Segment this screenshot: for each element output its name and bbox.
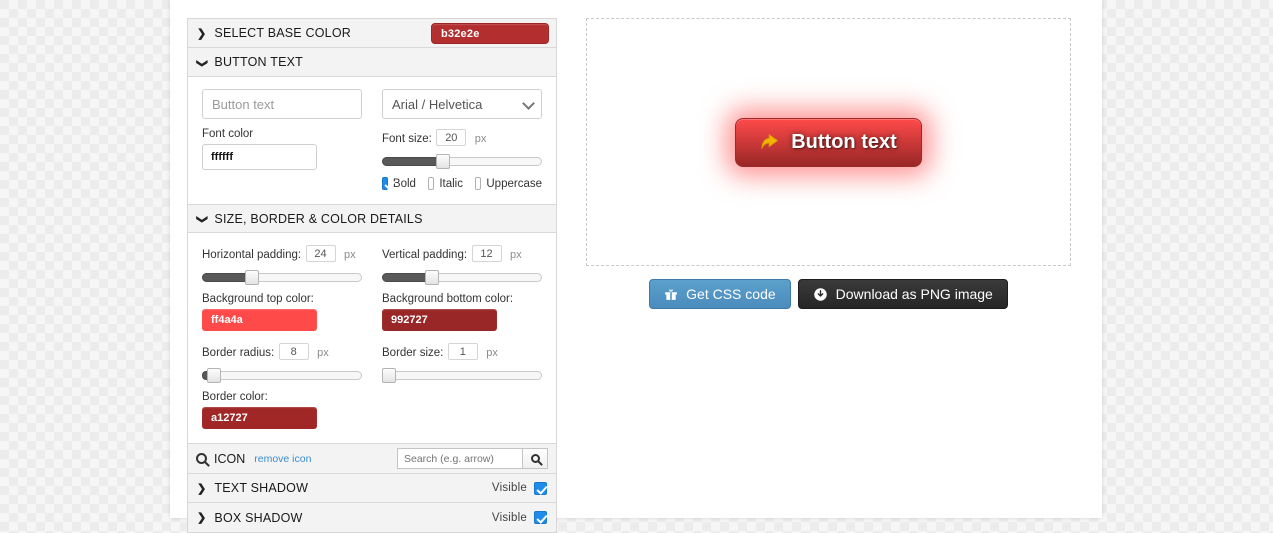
chevron-down-icon bbox=[197, 56, 206, 69]
slider-track bbox=[382, 371, 542, 380]
vertical-padding-label: Vertical padding: bbox=[382, 249, 468, 261]
box-shadow-visible-checkbox[interactable] bbox=[534, 511, 547, 524]
action-buttons: Get CSS code Download as PNG image bbox=[586, 279, 1071, 309]
uppercase-checkbox[interactable] bbox=[475, 177, 482, 190]
horizontal-padding-value[interactable]: 24 bbox=[305, 245, 336, 263]
section-title-size-border: SIZE, BORDER & COLOR DETAILS bbox=[214, 211, 423, 226]
slider-thumb[interactable] bbox=[245, 270, 260, 285]
font-size-unit: px bbox=[474, 133, 487, 145]
slider-fill bbox=[202, 273, 250, 282]
font-size-slider[interactable] bbox=[382, 154, 542, 169]
border-size-unit: px bbox=[486, 347, 498, 359]
section-title-box-shadow: BOX SHADOW bbox=[214, 510, 303, 525]
search-icon bbox=[530, 454, 540, 463]
share-arrow-icon bbox=[761, 134, 779, 149]
section-header-size-border[interactable]: SIZE, BORDER & COLOR DETAILS bbox=[188, 204, 556, 233]
border-color-swatch[interactable]: a12727 bbox=[202, 407, 317, 429]
vertical-padding-value[interactable]: 12 bbox=[471, 245, 502, 263]
section-title-base-color: SELECT BASE COLOR bbox=[214, 26, 351, 40]
horizontal-padding-label: Horizontal padding: bbox=[202, 249, 302, 261]
italic-checkbox[interactable] bbox=[428, 177, 435, 190]
get-css-code-button[interactable]: Get CSS code bbox=[649, 279, 791, 309]
background-bottom-color-swatch[interactable]: 992727 bbox=[382, 309, 497, 331]
section-header-icon[interactable]: ICON remove icon bbox=[188, 443, 556, 474]
border-radius-label: Border radius: bbox=[202, 347, 275, 359]
search-icon bbox=[196, 453, 207, 464]
uppercase-label: Uppercase bbox=[486, 177, 542, 190]
slider-thumb[interactable] bbox=[382, 368, 396, 383]
remove-icon-link[interactable]: remove icon bbox=[254, 453, 311, 465]
chevron-down-icon bbox=[197, 212, 206, 225]
horizontal-padding-slider[interactable] bbox=[202, 270, 362, 285]
slider-fill bbox=[382, 273, 430, 282]
icon-search-button[interactable] bbox=[522, 448, 548, 469]
slider-thumb[interactable] bbox=[436, 154, 451, 169]
settings-panel: SELECT BASE COLOR b32e2e BUTTON TEXT Fon… bbox=[187, 18, 557, 533]
border-size-label: Border size: bbox=[382, 347, 444, 359]
horizontal-padding-unit: px bbox=[344, 249, 356, 261]
download-png-label: Download as PNG image bbox=[835, 286, 993, 302]
chevron-right-icon bbox=[197, 482, 206, 495]
section-title-text-shadow: TEXT SHADOW bbox=[214, 481, 309, 495]
border-color-label: Border color: bbox=[202, 391, 268, 403]
section-header-button-text[interactable]: BUTTON TEXT bbox=[188, 48, 556, 77]
font-family-select[interactable]: Arial / Helvetica bbox=[382, 89, 542, 119]
get-css-code-label: Get CSS code bbox=[686, 286, 776, 302]
download-png-button[interactable]: Download as PNG image bbox=[797, 279, 1008, 309]
bold-label: Bold bbox=[392, 177, 416, 190]
section-header-box-shadow[interactable]: BOX SHADOW Visible bbox=[188, 503, 556, 532]
section-body-button-text: Font color ffffff Arial / Helvetica Font… bbox=[188, 77, 556, 204]
border-radius-unit: px bbox=[317, 347, 329, 359]
preview-button[interactable]: Button text bbox=[735, 117, 922, 167]
section-header-text-shadow[interactable]: TEXT SHADOW Visible bbox=[188, 474, 556, 503]
gift-icon bbox=[665, 289, 677, 300]
font-size-label: Font size: bbox=[382, 133, 432, 145]
button-text-input[interactable] bbox=[202, 89, 362, 119]
bold-checkbox[interactable] bbox=[382, 177, 388, 190]
slider-thumb[interactable] bbox=[206, 368, 221, 383]
box-shadow-visible-label: Visible bbox=[491, 511, 527, 524]
font-color-label: Font color bbox=[202, 128, 254, 140]
slider-fill bbox=[382, 157, 442, 166]
vertical-padding-slider[interactable] bbox=[382, 270, 542, 285]
text-shadow-visible-label: Visible bbox=[491, 482, 527, 494]
preview-button-label: Button text bbox=[791, 130, 897, 153]
font-color-input[interactable]: ffffff bbox=[202, 144, 317, 170]
chevron-right-icon bbox=[197, 511, 206, 524]
font-size-value[interactable]: 20 bbox=[436, 129, 467, 147]
slider-track bbox=[202, 371, 362, 380]
download-icon bbox=[813, 287, 827, 301]
background-top-color-label: Background top color: bbox=[202, 293, 314, 305]
border-size-value[interactable]: 1 bbox=[447, 343, 478, 361]
border-radius-slider[interactable] bbox=[202, 368, 362, 383]
border-size-slider[interactable] bbox=[382, 368, 542, 383]
base-color-swatch[interactable]: b32e2e bbox=[431, 23, 549, 44]
background-top-color-swatch[interactable]: ff4a4a bbox=[202, 309, 317, 331]
slider-thumb[interactable] bbox=[425, 270, 440, 285]
border-radius-value[interactable]: 8 bbox=[278, 343, 309, 361]
preview-area: Button text bbox=[586, 18, 1071, 266]
vertical-padding-unit: px bbox=[509, 249, 522, 261]
italic-label: Italic bbox=[439, 177, 463, 190]
section-title-button-text: BUTTON TEXT bbox=[214, 55, 303, 69]
chevron-right-icon bbox=[197, 27, 206, 40]
text-shadow-visible-checkbox[interactable] bbox=[534, 481, 547, 495]
section-body-size-border: Horizontal padding: 24 px Background top… bbox=[188, 233, 556, 443]
icon-search-input[interactable] bbox=[397, 448, 522, 469]
page-card: SELECT BASE COLOR b32e2e BUTTON TEXT Fon… bbox=[170, 0, 1102, 533]
section-title-icon: ICON bbox=[214, 451, 246, 466]
background-bottom-color-label: Background bottom color: bbox=[382, 293, 514, 305]
section-header-base-color[interactable]: SELECT BASE COLOR b32e2e bbox=[188, 19, 556, 48]
